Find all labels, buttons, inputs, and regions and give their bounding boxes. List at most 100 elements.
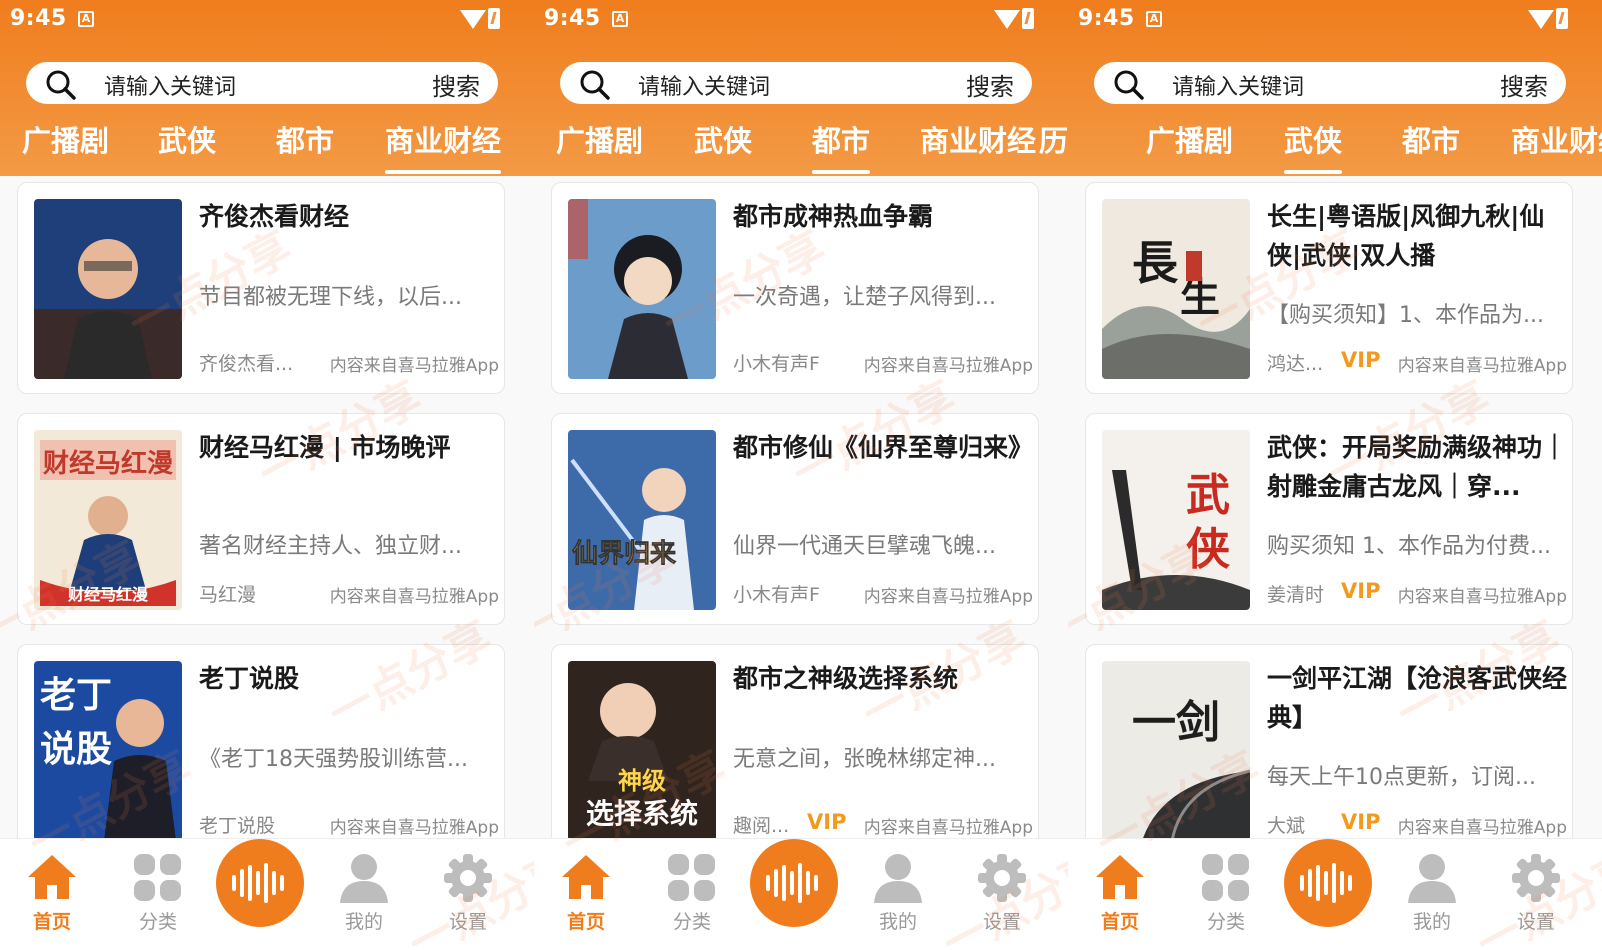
list-item[interactable]: 長生长生|粤语版|风御九秋|仙侠|武侠|双人播 【购买须知】1、本作品为... 鸿达… <box>1085 182 1573 394</box>
tab-1[interactable]: 广播剧 <box>556 118 643 160</box>
nav-label: 我的 <box>1412 911 1451 933</box>
album-description: 无意之间，张晚林绑定神... <box>733 747 996 772</box>
svg-text:老丁: 老丁 <box>40 675 112 716</box>
album-description: 一次奇遇，让楚子风得到... <box>733 285 996 310</box>
nav-item-5[interactable]: 设置 <box>962 839 1042 950</box>
nav-item-1[interactable]: 首页 <box>546 839 626 950</box>
source-label: 内容来自喜马拉雅App <box>329 587 499 607</box>
search-button[interactable]: 搜索 <box>966 67 1014 102</box>
svg-text:神级: 神级 <box>618 767 666 795</box>
search-input[interactable]: 请输入关键词 搜索 <box>26 62 498 104</box>
gear-icon <box>1511 853 1561 907</box>
album-cover[interactable]: 仙界归来 <box>568 430 716 610</box>
list-item[interactable]: 一剑 一剑平江湖【沧浪客武侠经典】 每天上午10点更新，订阅... 大斌 VIP 内容来自… <box>1085 644 1573 856</box>
nav-item-2[interactable]: 分类 <box>1186 839 1266 950</box>
album-cover[interactable]: 長生 <box>1102 199 1250 379</box>
tab-2[interactable]: 武侠 <box>1284 118 1343 174</box>
tab-2[interactable]: 武侠 <box>694 118 752 160</box>
vip-badge: VIP <box>807 810 847 834</box>
list-item[interactable]: 齐俊杰看财经 节目都被无理下线，以后... 齐俊杰看... 内容来自喜马拉雅App <box>17 182 505 394</box>
header: 9:45 A 请输入关键词 搜索广播剧 武侠 都市 商业财经 <box>0 0 534 176</box>
player-button[interactable] <box>216 839 304 927</box>
audio-wave-icon <box>764 863 824 907</box>
nav-item-2[interactable]: 分类 <box>118 839 198 950</box>
source-label: 内容来自喜马拉雅App <box>863 818 1033 838</box>
album-footer: 姜清时 VIP 内容来自喜马拉雅App <box>1267 579 1567 610</box>
list-item[interactable]: 都市成神热血争霸 一次奇遇，让楚子风得到... 小木有声F 内容来自喜马拉雅App <box>551 182 1039 394</box>
list-item[interactable]: 财经马红漫 财经马红漫 财经马红漫 | 市场晚评 著名财经主持人、独立财... 马红漫内… <box>17 413 505 625</box>
album-title: 一剑平江湖【沧浪客武侠经典】 <box>1267 664 1568 732</box>
vip-badge: VIP <box>1341 810 1381 834</box>
status-time: 9:45 <box>10 6 67 31</box>
album-footer: 趣阅... VIP 内容来自喜马拉雅App <box>733 810 1033 841</box>
tab-1[interactable]: 广播剧 <box>1146 118 1233 160</box>
search-button[interactable]: 搜索 <box>432 67 480 102</box>
tab-5[interactable]: 历史 <box>1039 118 1068 160</box>
source-label: 内容来自喜马拉雅App <box>863 587 1033 607</box>
nav-label: 我的 <box>878 911 917 933</box>
category-tabs: 广播剧 武侠 都市 商业财经 <box>1068 114 1602 174</box>
tab-2[interactable]: 武侠 <box>158 118 216 160</box>
search-button[interactable]: 搜索 <box>1500 67 1548 102</box>
album-author: 老丁说股 <box>199 815 276 837</box>
album-description: 《老丁18天强势股训练营... <box>199 747 468 772</box>
header: 9:45 A 请输入关键词 搜索广播剧 武侠 都市 商业财经历史 <box>534 0 1068 176</box>
person-icon <box>1406 853 1458 907</box>
player-button[interactable] <box>1284 839 1372 927</box>
album-cover[interactable]: 老丁 说股 <box>34 661 182 841</box>
album-footer: 小木有声F 内容来自喜马拉雅App <box>733 349 1033 379</box>
gear-icon <box>443 853 493 907</box>
nav-item-4[interactable]: 我的 <box>324 839 404 950</box>
status-bar: 9:45 A <box>0 0 534 42</box>
nav-item-1[interactable]: 首页 <box>12 839 92 950</box>
home-icon <box>26 853 78 905</box>
nav-item-1[interactable]: 首页 <box>1080 839 1160 950</box>
tab-4[interactable]: 商业财经 <box>1511 118 1602 160</box>
list-item[interactable]: 老丁 说股 老丁说股 《老丁18天强势股训练营... 老丁说股 内容来自喜马拉雅App <box>17 644 505 856</box>
nav-item-5[interactable]: 设置 <box>1496 839 1576 950</box>
app-panel-1: 9:45 A 请输入关键词 搜索广播剧 武侠 都市 商业财经齐俊杰看财经 节目都被无理下线，以… <box>0 0 534 950</box>
player-button[interactable] <box>750 839 838 927</box>
album-cover[interactable]: 神级 选择系统 <box>568 661 716 841</box>
app-panel-3: 9:45A请输入关键词搜索广播剧武侠都市商业财经長生长生|粤语版|风御九秋|仙侠… <box>1068 0 1602 950</box>
album-author: 姜清时 <box>1267 584 1325 606</box>
nav-item-4[interactable]: 我的 <box>1392 839 1472 950</box>
album-cover[interactable] <box>34 199 182 379</box>
search-placeholder: 请输入关键词 <box>104 75 237 100</box>
wifi-icon <box>460 10 486 29</box>
album-author: 马红漫 <box>199 584 257 606</box>
tab-4[interactable]: 商业财经 <box>385 118 502 174</box>
person-icon <box>872 853 924 907</box>
list-item[interactable]: 神级 选择系统 都市之神级选择系统 无意之间，张晚林绑定神... 趣阅... VIP 内容来… <box>551 644 1039 856</box>
album-cover[interactable]: 一剑 <box>1102 661 1250 841</box>
album-description: 购买须知 1、本作品为付费... <box>1267 534 1551 559</box>
album-footer: 老丁说股 内容来自喜马拉雅App <box>199 811 499 841</box>
notification-a-icon: A <box>612 11 628 27</box>
search-input[interactable]: 请输入关键词 搜索 <box>1094 62 1566 104</box>
search-icon <box>580 70 610 100</box>
tab-3[interactable]: 都市 <box>812 118 871 174</box>
tab-1[interactable]: 广播剧 <box>22 118 109 160</box>
svg-text:选择系统: 选择系统 <box>586 797 698 830</box>
nav-item-5[interactable]: 设置 <box>428 839 508 950</box>
album-author: 小木有声F <box>733 353 820 375</box>
search-input[interactable]: 请输入关键词 搜索 <box>560 62 1032 104</box>
list-item[interactable]: 仙界归来 都市修仙《仙界至尊归来》 仙界一代通天巨擘魂飞魄... 小木有声F 内容来自喜… <box>551 413 1039 625</box>
tab-3[interactable]: 都市 <box>276 118 334 160</box>
nav-item-4[interactable]: 我的 <box>858 839 938 950</box>
tab-3[interactable]: 都市 <box>1402 118 1460 160</box>
album-cover[interactable]: 武侠 <box>1102 430 1250 610</box>
tab-4[interactable]: 商业财经 <box>920 118 1036 160</box>
nav-label: 首页 <box>1100 911 1139 933</box>
album-cover[interactable] <box>568 199 716 379</box>
album-title: 齐俊杰看财经 <box>199 202 350 231</box>
nav-item-2[interactable]: 分类 <box>652 839 732 950</box>
svg-text:仙界归来: 仙界归来 <box>572 539 677 569</box>
bottom-navigation: 首页 分类 我的 设置 <box>534 838 1068 950</box>
album-description: 仙界一代通天巨擘魂飞魄... <box>733 534 996 559</box>
album-footer: 大斌 VIP 内容来自喜马拉雅App <box>1267 810 1567 841</box>
nav-label: 分类 <box>1206 911 1245 933</box>
list-item[interactable]: 武侠武侠：开局奖励满级神功｜射雕金庸古龙风｜穿... 购买须知 1、本作品为付费.… <box>1085 413 1573 625</box>
album-cover[interactable]: 财经马红漫 财经马红漫 <box>34 430 182 610</box>
nav-label: 设置 <box>1516 911 1555 933</box>
